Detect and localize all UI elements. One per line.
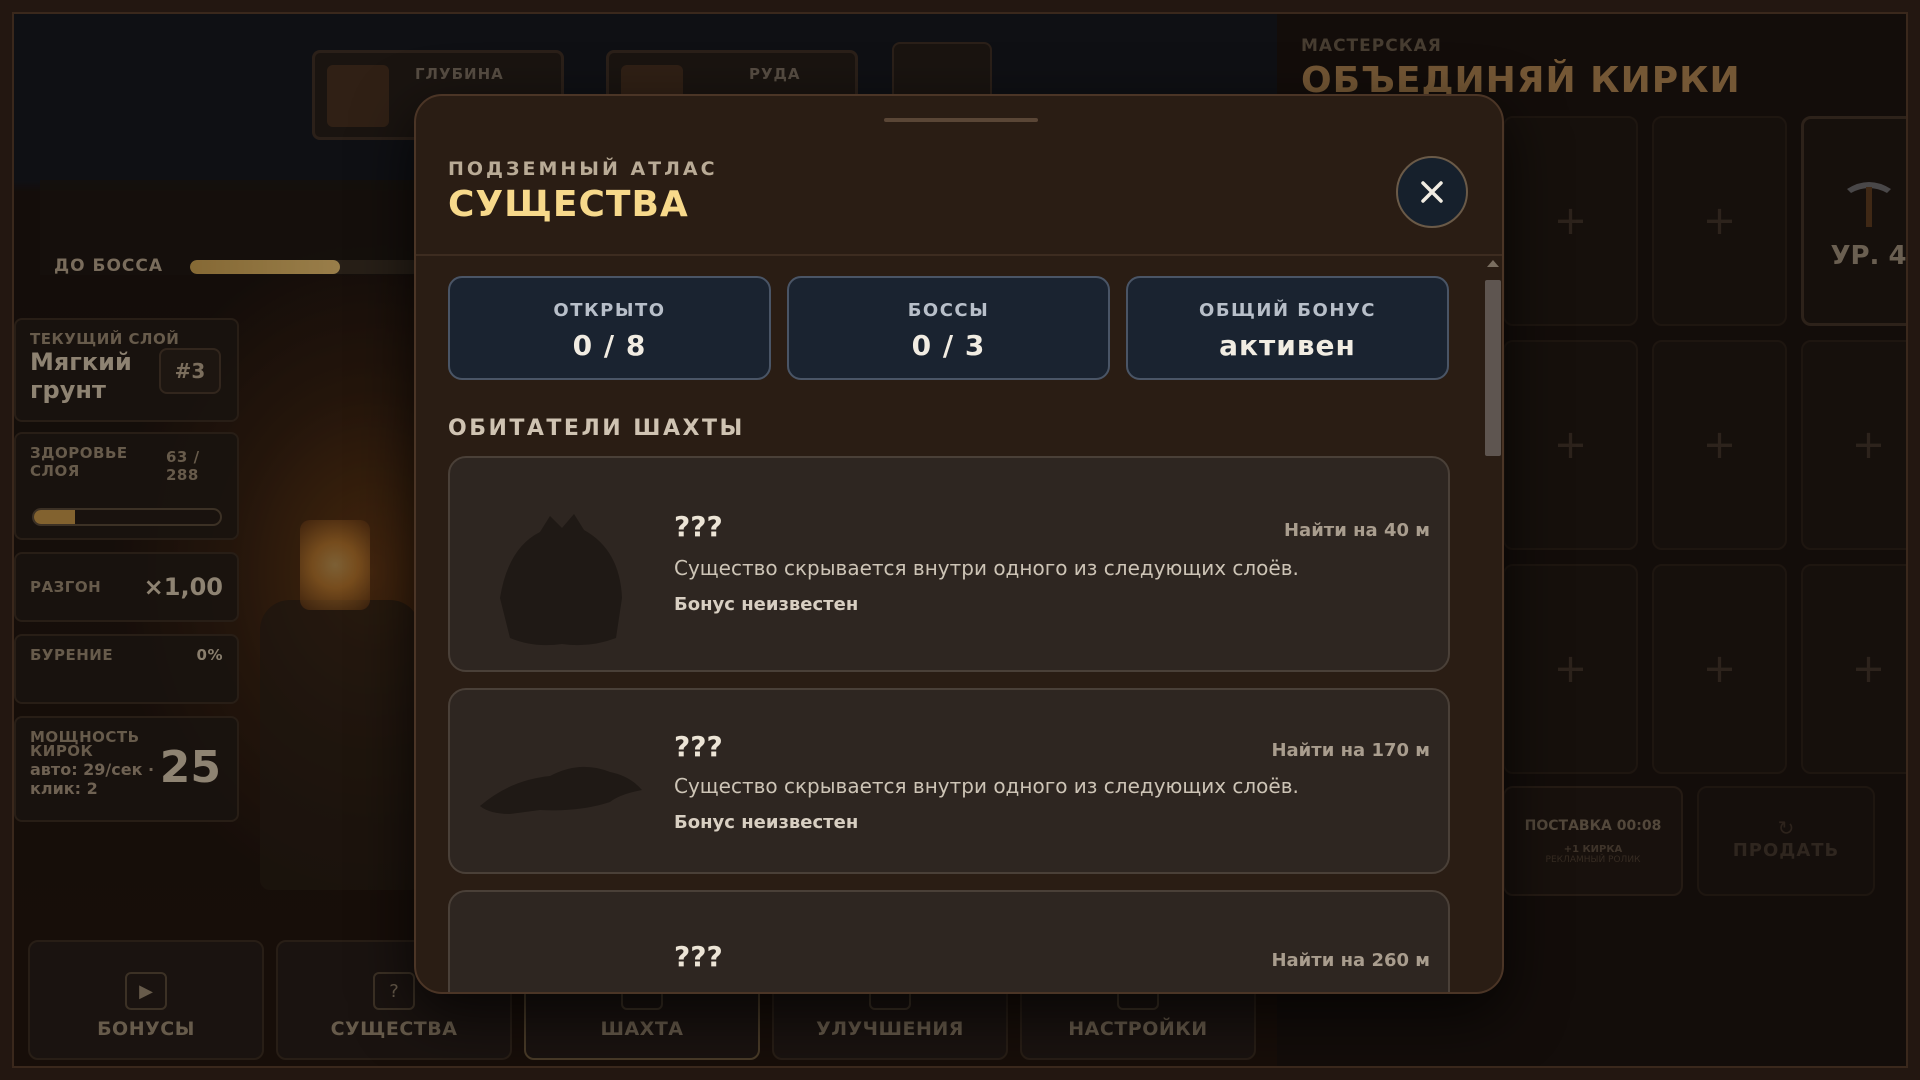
drag-handle[interactable] [884,118,1038,122]
creature-bonus: Бонус неизвестен [674,594,859,615]
stat-bosses-label: БОССЫ [907,300,990,321]
scrollbar[interactable] [1484,256,1502,992]
modal-scroll-area[interactable]: ОТКРЫТО 0 / 8 БОССЫ 0 / 3 ОБЩИЙ БОНУС ак… [416,256,1476,994]
stat-discovered-label: ОТКРЫТО [553,300,666,321]
creature-name: ??? [674,940,723,973]
creature-silhouette-icon [470,942,650,994]
scroll-up-icon[interactable] [1487,260,1499,267]
close-icon [1421,181,1443,203]
close-button[interactable] [1396,156,1468,228]
creature-find-depth: Найти на 40 м [1283,520,1430,541]
stat-discovered: ОТКРЫТО 0 / 8 [448,276,771,380]
stats-row: ОТКРЫТО 0 / 8 БОССЫ 0 / 3 ОБЩИЙ БОНУС ак… [448,276,1449,380]
stat-total-bonus: ОБЩИЙ БОНУС активен [1126,276,1449,380]
stat-discovered-value: 0 / 8 [572,329,647,362]
stat-total-bonus-value: активен [1219,329,1356,362]
modal-kicker: ПОДЗЕМНЫЙ АТЛАС [448,158,718,180]
creature-card[interactable]: ??? Найти на 260 м [448,890,1450,994]
creature-find-depth: Найти на 260 м [1271,950,1430,971]
section-title: ОБИТАТЕЛИ ШАХТЫ [448,416,745,441]
scroll-thumb[interactable] [1485,280,1501,456]
creature-silhouette-icon [480,766,642,814]
stat-total-bonus-label: ОБЩИЙ БОНУС [1199,300,1376,321]
creatures-modal: ПОДЗЕМНЫЙ АТЛАС СУЩЕСТВА ОТКРЫТО 0 / 8 Б… [414,94,1504,994]
creature-card[interactable]: ??? Найти на 40 м Существо скрывается вн… [448,456,1450,672]
stat-bosses: БОССЫ 0 / 3 [787,276,1110,380]
creature-bonus: Бонус неизвестен [674,812,859,833]
creature-description: Существо скрывается внутри одного из сле… [674,556,1299,580]
creature-find-depth: Найти на 170 м [1271,740,1430,761]
modal-title: СУЩЕСТВА [448,184,689,225]
stat-bosses-value: 0 / 3 [911,329,986,362]
creature-description: Существо скрывается внутри одного из сле… [674,774,1299,798]
creature-silhouette-icon [500,514,622,646]
creature-name: ??? [674,730,723,763]
creature-card[interactable]: ??? Найти на 170 м Существо скрывается в… [448,688,1450,874]
creature-name: ??? [674,510,723,543]
